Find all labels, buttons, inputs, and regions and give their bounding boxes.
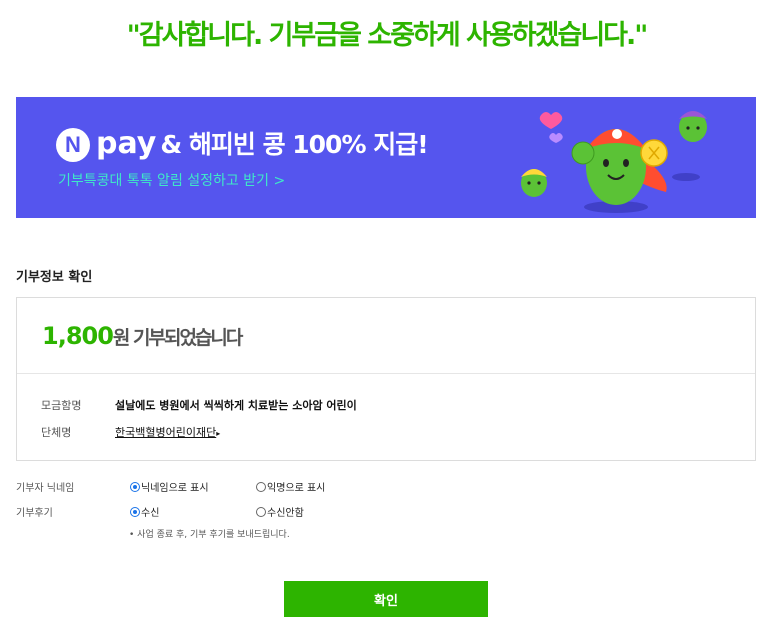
radio-selected-icon[interactable] xyxy=(130,506,140,517)
banner-alert-link[interactable]: 기부특콩대 톡톡 알림 설정하고 받기 > xyxy=(58,170,285,190)
donation-amount: 1,800 xyxy=(42,322,114,350)
nickname-label: 기부자 닉네임 xyxy=(16,483,75,494)
review-label: 기부후기 xyxy=(16,508,53,519)
donation-amount-suffix: 원 기부되었습니다 xyxy=(112,327,243,349)
thanks-message: "감사합니다. 기부금을 소중하게 사용하겠습니다." xyxy=(126,20,649,51)
npay-promo-banner[interactable]: N pay & 해피빈 콩 100% 지급! 기부특콩대 톡톡 알림 설정하고 받… xyxy=(16,97,756,218)
bean-characters-illustration xyxy=(521,111,707,213)
radio-review-decline-label: 수신안함 xyxy=(267,508,304,519)
radio-nickname-show-label: 닉네임으로 표시 xyxy=(141,483,209,494)
radio-review-receive[interactable]: 수신 xyxy=(130,504,159,519)
banner-pay-word: pay xyxy=(96,126,157,161)
chevron-right-icon: ▸ xyxy=(216,429,221,438)
section-title: 기부정보 확인 xyxy=(16,270,93,285)
organization-label: 단체명 xyxy=(41,426,72,439)
radio-anonymous[interactable]: 익명으로 표시 xyxy=(256,479,325,494)
review-note: • 사업 종료 후, 기부 후기를 보내드립니다. xyxy=(129,530,290,540)
naver-n-logo-icon: N xyxy=(56,128,90,162)
radio-anonymous-label: 익명으로 표시 xyxy=(267,483,326,494)
radio-review-decline[interactable]: 수신안함 xyxy=(256,504,304,519)
radio-nickname-show[interactable]: 닉네임으로 표시 xyxy=(130,479,209,494)
organization-row: 단체명 한국백혈병어린이재단▸ xyxy=(41,424,220,440)
fundraiser-label: 모금함명 xyxy=(41,399,82,412)
radio-unselected-icon[interactable] xyxy=(256,506,266,517)
confirm-button[interactable]: 확인 xyxy=(284,581,488,617)
radio-selected-icon[interactable] xyxy=(130,481,140,492)
banner-headline-rest: & 해피빈 콩 100% 지급! xyxy=(160,130,428,159)
donation-amount-row: 1,800원 기부되었습니다 xyxy=(42,322,243,350)
banner-headline: pay & 해피빈 콩 100% 지급! xyxy=(96,125,429,161)
fundraiser-row: 모금함명 설날에도 병원에서 씩씩하게 치료받는 소아암 어린이 xyxy=(41,397,357,413)
fundraiser-name: 설날에도 병원에서 씩씩하게 치료받는 소아암 어린이 xyxy=(115,399,357,412)
donation-info-box: 1,800원 기부되었습니다 모금함명 설날에도 병원에서 씩씩하게 치료받는 소… xyxy=(16,297,756,461)
divider xyxy=(17,373,755,374)
radio-unselected-icon[interactable] xyxy=(256,481,266,492)
organization-link[interactable]: 한국백혈병어린이재단 xyxy=(115,426,216,439)
radio-review-receive-label: 수신 xyxy=(141,508,160,519)
